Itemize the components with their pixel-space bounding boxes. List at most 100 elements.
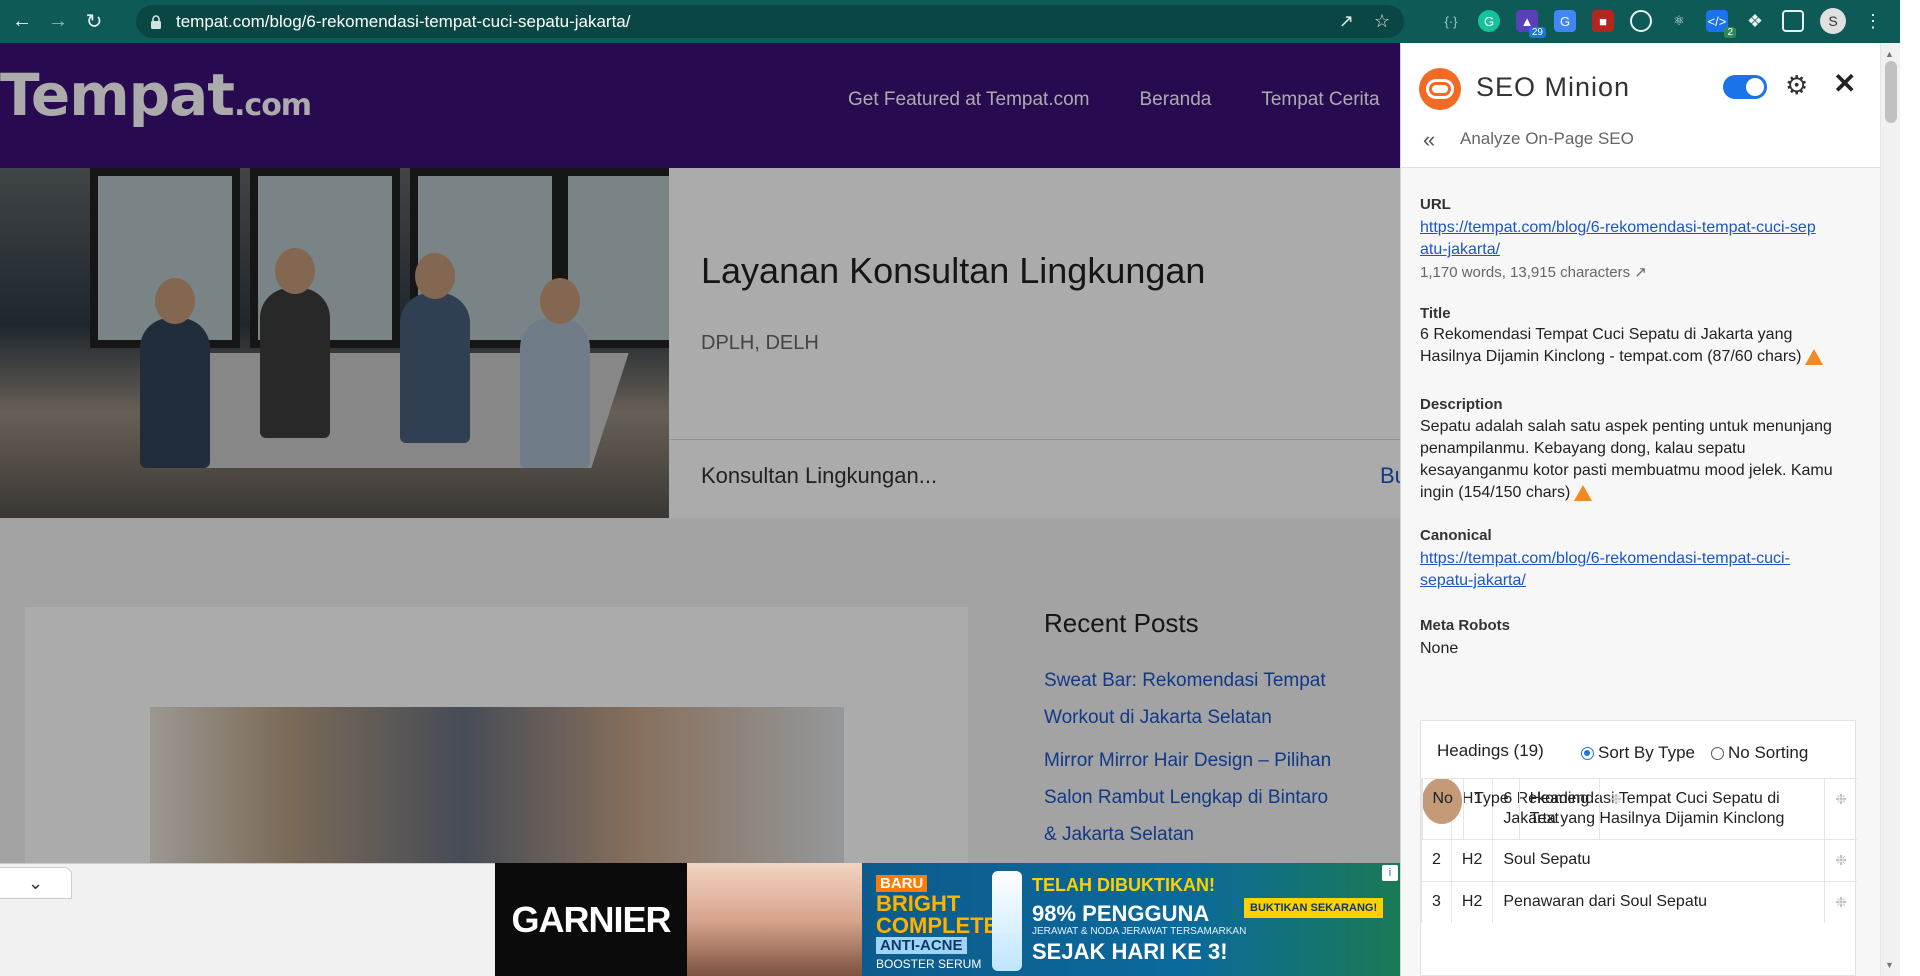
profile-avatar[interactable]: S bbox=[1820, 8, 1846, 34]
bulb-icon[interactable]: ❉ bbox=[1835, 791, 1847, 807]
ad-info-icon[interactable]: i bbox=[1382, 865, 1398, 881]
collapse-ad-chevron-icon[interactable]: ⌄ bbox=[0, 867, 72, 899]
title-line: 6 Rekomendasi Tempat Cuci Sepatu di Jaka… bbox=[1420, 326, 1793, 343]
share-icon[interactable]: ↗ bbox=[1339, 11, 1354, 32]
ad-faces-image bbox=[687, 863, 862, 976]
sort-by-type-radio[interactable]: Sort By Type bbox=[1581, 743, 1695, 763]
seo-minion-panel: SEO Minion ⚙ ✕ « Analyze On-Page SEO URL… bbox=[1400, 43, 1900, 976]
recent-posts-list: Sweat Bar: Rekomendasi Tempat Workout di… bbox=[1044, 662, 1384, 859]
scroll-up-arrow-icon[interactable]: ▲ bbox=[1885, 49, 1894, 59]
panel-title: SEO Minion bbox=[1476, 72, 1631, 102]
row-bulb: ❉ bbox=[1824, 778, 1857, 840]
description-line: Sepatu adalah salah satu aspek penting u… bbox=[1420, 418, 1832, 435]
extension-graduation-icon[interactable]: ▲ 29 bbox=[1516, 10, 1546, 38]
bulb-icon[interactable]: ❉ bbox=[1835, 852, 1847, 868]
ad-cta-button[interactable]: BUKTIKAN SEKARANG! bbox=[1244, 898, 1384, 918]
extension-devtools-icon[interactable]: </> 2 bbox=[1706, 10, 1736, 38]
logo-main-text: Tempat bbox=[0, 61, 235, 129]
site-logo[interactable]: Tempat.com bbox=[0, 61, 312, 129]
nav-tempat-cerita[interactable]: Tempat Cerita bbox=[1261, 89, 1379, 111]
bulb-icon[interactable]: ❉ bbox=[1610, 791, 1622, 807]
hero-subtitle: DPLH, DELH bbox=[701, 332, 819, 354]
hero-text-card: Layanan Konsultan Lingkungan DPLH, DELH … bbox=[669, 168, 1400, 518]
description-line: penampilanmu. Kebayang dong, kalau sepat… bbox=[1420, 440, 1746, 457]
panel-scrollbar[interactable]: ▲ ▼ bbox=[1880, 43, 1900, 976]
hero-banner[interactable]: Layanan Konsultan Lingkungan DPLH, DELH … bbox=[0, 168, 1400, 518]
title-line: Hasilnya Dijamin Kinclong - tempat.com (… bbox=[1420, 348, 1802, 365]
url-line: https://tempat.com/blog/6-rekomendasi-te… bbox=[1420, 219, 1816, 236]
ad-bottle-image bbox=[992, 871, 1022, 971]
ad-type: BOOSTER SERUM bbox=[876, 957, 982, 971]
sidepanel-icon[interactable] bbox=[1782, 10, 1804, 32]
garnier-ad[interactable]: GARNIER BARU BRIGHT COMPLETE ANTI-ACNE BO… bbox=[495, 863, 1400, 976]
more-menu-icon[interactable]: ⋮ bbox=[1862, 10, 1884, 32]
row-no: 3 bbox=[1421, 881, 1452, 923]
bookmark-star-icon[interactable]: ☆ bbox=[1374, 11, 1390, 32]
canonical-line: https://tempat.com/blog/6-rekomendasi-te… bbox=[1420, 550, 1790, 567]
back-arrow-icon[interactable]: ← bbox=[8, 8, 36, 36]
ad-headline: 98% PENGGUNA bbox=[1032, 901, 1210, 926]
canonical-value[interactable]: https://tempat.com/blog/6-rekomendasi-te… bbox=[1420, 548, 1860, 592]
lock-icon bbox=[151, 14, 161, 29]
row-text: Penawaran dari Soul Sepatu bbox=[1492, 881, 1825, 923]
hero-link[interactable]: Bu bbox=[1380, 463, 1400, 489]
panel-body: URL https://tempat.com/blog/6-rekomendas… bbox=[1401, 168, 1881, 976]
row-type: H2 bbox=[1450, 839, 1493, 882]
table-row: 2 H2 Soul Sepatu ❉ bbox=[1421, 839, 1857, 882]
row-type: H2 bbox=[1450, 881, 1493, 923]
ad-main-panel: BARU BRIGHT COMPLETE ANTI-ACNE BOOSTER SE… bbox=[862, 863, 1400, 976]
headings-title: Headings (19) bbox=[1437, 741, 1544, 760]
nav-beranda[interactable]: Beranda bbox=[1140, 89, 1212, 111]
address-bar[interactable]: tempat.com/blog/6-rekomendasi-tempat-cuc… bbox=[136, 5, 1404, 38]
puzzle-icon[interactable]: ❖ bbox=[1744, 10, 1766, 32]
forward-arrow-icon[interactable]: → bbox=[44, 8, 72, 36]
radio-unchecked-icon bbox=[1711, 747, 1724, 761]
reload-icon[interactable]: ↻ bbox=[80, 8, 108, 36]
warning-icon bbox=[1574, 484, 1593, 501]
translate-icon[interactable]: G bbox=[1554, 10, 1576, 32]
url-text[interactable]: tempat.com/blog/6-rekomendasi-tempat-cuc… bbox=[176, 12, 630, 32]
recent-post-line: Mirror Mirror Hair Design – Pilihan bbox=[1044, 750, 1332, 771]
no-sorting-radio[interactable]: No Sorting bbox=[1711, 743, 1808, 763]
recent-post-line: Sweat Bar: Rekomendasi Tempat bbox=[1044, 670, 1326, 691]
bulb-icon[interactable]: ❉ bbox=[1835, 894, 1847, 910]
recent-post-link[interactable]: Sweat Bar: Rekomendasi Tempat Workout di… bbox=[1044, 662, 1384, 736]
enable-toggle[interactable] bbox=[1723, 75, 1767, 99]
hero-footer-text: Konsultan Lingkungan... bbox=[701, 463, 938, 488]
hero-photo bbox=[0, 168, 669, 518]
target-icon[interactable] bbox=[1630, 10, 1652, 32]
grammarly-icon[interactable]: G bbox=[1478, 10, 1500, 32]
extension-badge: 29 bbox=[1528, 27, 1546, 38]
ad-headline: TELAH DIBUKTIKAN! bbox=[1032, 875, 1215, 895]
extension-code-icon[interactable]: {·} bbox=[1440, 10, 1462, 32]
ad-brand-logo: GARNIER bbox=[495, 863, 687, 976]
double-chevron-left-icon[interactable]: « bbox=[1423, 127, 1435, 153]
hero-divider bbox=[669, 439, 1400, 440]
minion-logo-icon bbox=[1419, 68, 1461, 110]
scroll-down-arrow-icon[interactable]: ▼ bbox=[1885, 960, 1894, 970]
gear-icon[interactable]: ⚙ bbox=[1785, 70, 1808, 101]
recent-post-line: Workout di Jakarta Selatan bbox=[1044, 707, 1272, 728]
row-text: Soul Sepatu bbox=[1492, 839, 1825, 882]
react-icon[interactable]: ⚛ bbox=[1668, 10, 1690, 32]
description-line: ingin (154/150 chars) bbox=[1420, 484, 1571, 501]
close-icon[interactable]: ✕ bbox=[1833, 67, 1856, 100]
external-link-icon[interactable]: ↗ bbox=[1634, 264, 1647, 281]
back-label[interactable]: Analyze On-Page SEO bbox=[1460, 129, 1634, 149]
word-stats-text: 1,170 words, 13,915 characters bbox=[1420, 264, 1631, 281]
ad-product-name: BRIGHT COMPLETE bbox=[876, 893, 998, 937]
canonical-label: Canonical bbox=[1420, 527, 1492, 544]
extension-badge-small: 2 bbox=[1724, 27, 1736, 38]
sort-by-type-label: Sort By Type bbox=[1598, 743, 1696, 762]
toggle-knob bbox=[1746, 78, 1764, 96]
description-value: Sepatu adalah salah satu aspek penting u… bbox=[1420, 416, 1860, 504]
scroll-thumb[interactable] bbox=[1885, 61, 1897, 123]
recent-post-line: & Jakarta Selatan bbox=[1044, 824, 1194, 845]
extensions-row: {·} G ▲ 29 G ■ ⚛ </> 2 ❖ S ⋮ bbox=[1440, 8, 1884, 38]
meta-robots-label: Meta Robots bbox=[1420, 617, 1510, 634]
extension-red-icon[interactable]: ■ bbox=[1592, 10, 1614, 32]
browser-toolbar: ← → ↻ tempat.com/blog/6-rekomendasi-temp… bbox=[0, 0, 1920, 43]
recent-post-link[interactable]: Mirror Mirror Hair Design – Pilihan Salo… bbox=[1044, 742, 1384, 853]
nav-get-featured[interactable]: Get Featured at Tempat.com bbox=[848, 89, 1090, 111]
url-value[interactable]: https://tempat.com/blog/6-rekomendasi-te… bbox=[1420, 217, 1860, 261]
